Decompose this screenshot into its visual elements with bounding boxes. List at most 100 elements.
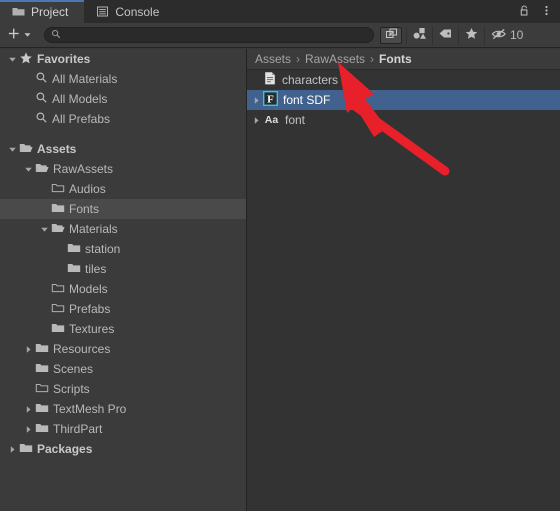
tab-project[interactable]: Project [0, 0, 85, 23]
chevron-down-icon[interactable] [22, 159, 35, 179]
star-icon [19, 51, 33, 68]
type-filter-button[interactable] [406, 25, 432, 45]
sidebar-item-tiles[interactable]: tiles [0, 259, 246, 279]
chevron-down-icon[interactable] [6, 139, 19, 159]
chevron-right-icon[interactable] [22, 339, 35, 359]
folder-empty-icon [35, 381, 49, 398]
breadcrumb-separator: › [296, 52, 301, 66]
sidebar-item-fonts[interactable]: Fonts [0, 199, 246, 219]
sidebar-item-label: Fonts [69, 202, 100, 216]
folder-tree: Favorites All Materials All Models All Pref… [0, 49, 246, 459]
folder-icon [51, 201, 65, 218]
hidden-assets-indicator[interactable]: 10 [484, 25, 529, 45]
chevron-right-icon[interactable] [22, 399, 35, 419]
project-toolbar: 10 [0, 23, 560, 48]
chevron-down-icon[interactable] [38, 219, 51, 239]
sidebar-item-label: Scenes [53, 362, 94, 376]
window-tab-bar: Project Console [0, 0, 560, 23]
sidebar-item-assets[interactable]: Assets [0, 139, 246, 159]
console-icon [96, 5, 109, 18]
create-asset-button[interactable] [7, 27, 32, 43]
folder-open-icon [51, 221, 65, 238]
sidebar-item-prefabs[interactable]: Prefabs [0, 299, 246, 319]
chevron-right-icon[interactable] [250, 110, 263, 130]
sidebar-item-label: All Prefabs [52, 112, 111, 126]
panel-menu-button[interactable] [536, 2, 556, 22]
asset-row-font[interactable]: Aa font [247, 110, 560, 130]
asset-row-label: font SDF [283, 93, 331, 107]
folder-empty-icon [51, 181, 65, 198]
asset-list-panel[interactable]: Assets › RawAssets › Fonts characters Ffont S… [247, 49, 560, 511]
sidebar-item-all-materials[interactable]: All Materials [0, 69, 246, 89]
unity-project-window: Project Console 10 Favorites All Materia… [0, 0, 560, 511]
search-field[interactable] [44, 27, 374, 43]
breadcrumb-item-rawassets[interactable]: RawAssets [305, 52, 365, 66]
window-controls [514, 0, 556, 23]
sidebar-item-label: Textures [69, 322, 115, 336]
plus-icon [7, 27, 20, 43]
search-icon [51, 28, 61, 42]
sidebar-item-label: Resources [53, 342, 111, 356]
sidebar-item-materials[interactable]: Materials [0, 219, 246, 239]
chevron-right-icon[interactable] [6, 439, 19, 459]
sidebar-item-thirdpart[interactable]: ThirdPart [0, 419, 246, 439]
asset-row-characters[interactable]: characters [247, 70, 560, 90]
breadcrumb-separator: › [370, 52, 375, 66]
asset-row-label: font [285, 113, 306, 127]
folder-open-icon [19, 141, 33, 158]
sidebar-item-scripts[interactable]: Scripts [0, 379, 246, 399]
sidebar-item-scenes[interactable]: Scenes [0, 359, 246, 379]
sidebar-item-packages[interactable]: Packages [0, 439, 246, 459]
sidebar-item-label: All Models [52, 92, 108, 106]
font-asset-icon: Aa [263, 112, 280, 129]
folder-icon [35, 421, 49, 438]
tree-group-spacer [0, 129, 246, 139]
tab-console-label: Console [115, 4, 160, 19]
chevron-right-icon[interactable] [22, 419, 35, 439]
sidebar-item-rawassets[interactable]: RawAssets [0, 159, 246, 179]
breadcrumb-item-assets[interactable]: Assets [255, 52, 291, 66]
sidebar-item-label: Audios [69, 182, 106, 196]
sidebar-item-models[interactable]: Models [0, 279, 246, 299]
hidden-assets-count: 10 [510, 28, 524, 42]
folder-empty-icon [51, 281, 65, 298]
sidebar-item-station[interactable]: station [0, 239, 246, 259]
sidebar-item-audios[interactable]: Audios [0, 179, 246, 199]
search-icon [35, 91, 48, 107]
tab-console[interactable]: Console [84, 0, 175, 23]
toolbar-buttons: 10 [380, 25, 529, 45]
type-filter-icon [412, 26, 427, 44]
sidebar-item-label: Prefabs [69, 302, 111, 316]
favorite-filter-button[interactable] [458, 25, 484, 45]
sidebar-item-all-models[interactable]: All Models [0, 89, 246, 109]
asset-row-font-sdf[interactable]: Ffont SDF [247, 90, 560, 110]
search-icon [35, 71, 48, 87]
folder-icon [35, 341, 49, 358]
label-filter-button[interactable] [432, 25, 458, 45]
chevron-right-icon[interactable] [250, 90, 263, 110]
breadcrumb-item-fonts[interactable]: Fonts [379, 52, 412, 66]
sidebar-item-label: Packages [37, 442, 93, 456]
sidebar-item-favorites[interactable]: Favorites [0, 49, 246, 69]
search-input[interactable] [61, 28, 373, 42]
breadcrumb: Assets › RawAssets › Fonts [247, 49, 560, 70]
svg-text:F: F [267, 93, 274, 105]
folder-icon [12, 5, 25, 18]
sidebar-item-textmesh-pro[interactable]: TextMesh Pro [0, 399, 246, 419]
lock-button[interactable] [514, 2, 534, 22]
chevron-down-icon [23, 28, 32, 42]
open-in-new-window-button[interactable] [380, 26, 402, 44]
sidebar-item-resources[interactable]: Resources [0, 339, 246, 359]
sidebar-item-label: Assets [37, 142, 77, 156]
sidebar-item-textures[interactable]: Textures [0, 319, 246, 339]
search-icon [35, 111, 48, 127]
chevron-down-icon[interactable] [6, 49, 19, 69]
folder-tree-panel[interactable]: Favorites All Materials All Models All Pref… [0, 49, 246, 511]
sidebar-item-all-prefabs[interactable]: All Prefabs [0, 109, 246, 129]
